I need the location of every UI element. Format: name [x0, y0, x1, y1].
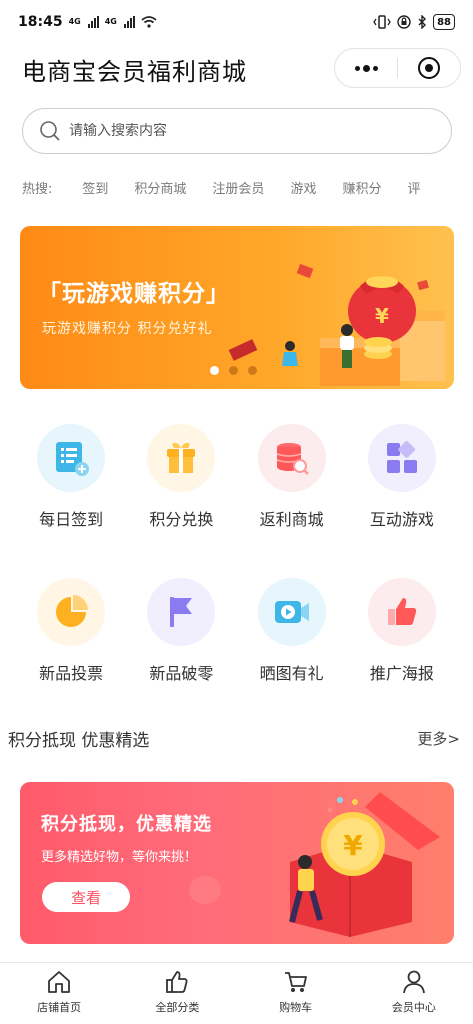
more-link[interactable]: 更多> [417, 728, 460, 749]
vibrate-icon [373, 15, 391, 29]
tab-cart[interactable]: 购物车 [237, 963, 355, 1024]
feature-label: 晒图有礼 [259, 664, 324, 683]
banner-carousel[interactable]: 「玩游戏赚积分」 玩游戏赚积分 积分兑好礼 ¥ [20, 226, 454, 389]
feature-label: 积分兑换 [149, 510, 214, 529]
tab-label: 店铺首页 [37, 1001, 82, 1014]
signal-icon-2 [123, 16, 135, 28]
checklist-icon [56, 442, 90, 476]
user-icon [402, 970, 425, 994]
carousel-dot[interactable] [229, 366, 238, 375]
section-title: 积分抵现 优惠精选 [8, 730, 150, 751]
feature-grid-row-1: 每日签到 积分兑换 返利商城 互动游戏 [0, 424, 473, 530]
cart-icon [284, 972, 307, 992]
nav-bar: 电商宝会员福利商城 [0, 44, 473, 94]
network-type-1: 4G [68, 17, 81, 26]
promo-banner[interactable]: ¥ 积分抵现，优惠精选 更多精选好物，等你来挑！ 查看 [20, 782, 454, 944]
promo-coin-symbol: ¥ [343, 829, 363, 862]
feature-icon-bg [367, 424, 436, 492]
hot-keyword[interactable]: 签到 [82, 178, 108, 197]
feature-label: 每日签到 [39, 510, 104, 529]
miniprogram-capsule [334, 48, 461, 88]
flag-icon [170, 597, 193, 627]
search-input[interactable] [69, 123, 389, 139]
hot-search-bar: 热搜: 签到 积分商城 注册会员 游戏 赚积分 评 [22, 176, 452, 198]
hot-search-label: 热搜: [22, 181, 53, 197]
hot-keyword[interactable]: 注册会员 [212, 178, 264, 197]
feature-icon-bg [37, 424, 106, 492]
view-button[interactable]: 查看 [42, 882, 130, 912]
bottom-tab-bar: 店铺首页 全部分类 购物车 会员中心 [0, 962, 473, 1024]
feature-icon-bg [37, 578, 106, 646]
gift-icon [167, 442, 196, 473]
feature-photo-gift[interactable]: 晒图有礼 [242, 578, 342, 684]
feature-label: 新品投票 [39, 664, 104, 683]
battery-indicator: 88 [433, 14, 455, 30]
hot-keyword[interactable]: 积分商城 [134, 178, 186, 197]
pie-chart-icon [56, 595, 89, 627]
hot-keyword[interactable]: 赚积分 [342, 178, 381, 197]
search-icon [40, 121, 60, 141]
promo-headline: 积分抵现，优惠精选 [41, 814, 212, 835]
feature-new-product-break-zero[interactable]: 新品破零 [131, 578, 231, 684]
bluetooth-icon [418, 15, 427, 29]
feature-icon-bg [257, 578, 326, 646]
hot-keyword[interactable]: 游戏 [290, 178, 316, 197]
tab-all-categories[interactable]: 全部分类 [118, 963, 236, 1024]
status-left: 18:45 4G 4G [18, 14, 157, 30]
tab-label: 全部分类 [155, 1001, 200, 1014]
network-type-2: 4G [104, 17, 117, 26]
database-search-icon [276, 443, 309, 475]
tab-label: 购物车 [279, 1001, 313, 1014]
feature-new-product-vote[interactable]: 新品投票 [21, 578, 121, 684]
carousel-indicator [210, 366, 257, 375]
feature-label: 推广海报 [369, 664, 434, 683]
feature-grid-row-2: 新品投票 新品破零 晒图有礼 推广海报 [0, 578, 473, 684]
clock: 18:45 [18, 14, 63, 30]
page-title: 电商宝会员福利商城 [22, 58, 247, 86]
status-right: 88 [373, 14, 455, 30]
feature-label: 新品破零 [149, 664, 214, 683]
status-bar: 18:45 4G 4G 88 [0, 0, 473, 44]
feature-promo-poster[interactable]: 推广海报 [352, 578, 452, 684]
more-menu-button[interactable] [335, 64, 397, 72]
feature-points-exchange[interactable]: 积分兑换 [131, 424, 231, 530]
carousel-dot[interactable] [210, 366, 219, 375]
banner-coin-symbol: ¥ [375, 304, 389, 328]
wifi-icon [141, 16, 157, 28]
thumbs-up-icon [166, 971, 188, 993]
thumbs-up-icon [387, 598, 417, 625]
tab-store-home[interactable]: 店铺首页 [0, 963, 118, 1024]
carousel-dot[interactable] [248, 366, 257, 375]
tab-member-center[interactable]: 会员中心 [355, 963, 473, 1024]
feature-interactive-games[interactable]: 互动游戏 [352, 424, 452, 530]
banner-illustration: ¥ [228, 263, 445, 386]
feature-icon-bg [147, 424, 216, 492]
search-bar[interactable] [22, 108, 452, 154]
feature-label: 返利商城 [259, 510, 324, 529]
feature-icon-bg [147, 578, 216, 646]
feature-icon-bg [367, 578, 436, 646]
close-miniprogram-button[interactable] [398, 57, 460, 79]
apps-grid-icon [386, 441, 417, 473]
feature-daily-checkin[interactable]: 每日签到 [21, 424, 121, 530]
feature-label: 互动游戏 [369, 510, 434, 529]
feature-icon-bg [257, 424, 326, 492]
hot-keyword[interactable]: 评 [407, 178, 420, 197]
home-icon [48, 971, 71, 993]
signal-icon [87, 16, 99, 28]
feature-rebate-mall[interactable]: 返利商城 [242, 424, 342, 530]
lock-icon [397, 15, 411, 29]
video-icon [274, 601, 309, 623]
target-icon [418, 57, 440, 79]
section-header: 积分抵现 优惠精选 更多> [8, 724, 460, 752]
promo-subtitle: 更多精选好物，等你来挑！ [41, 850, 198, 865]
tab-label: 会员中心 [391, 1001, 436, 1014]
